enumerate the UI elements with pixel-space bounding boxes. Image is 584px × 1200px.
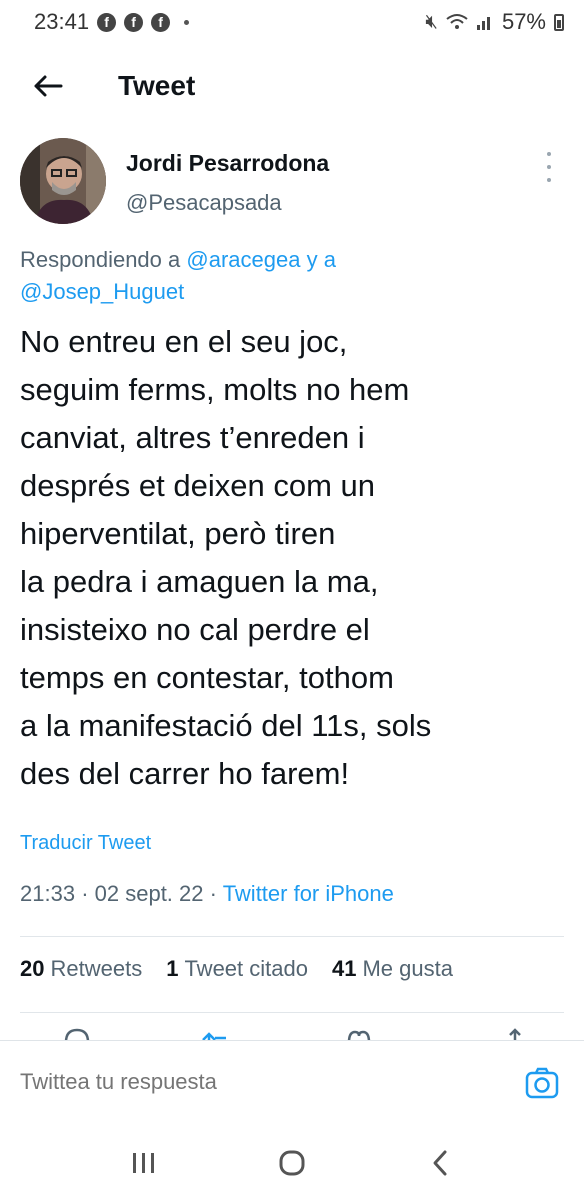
tweet-time: 21:33 (20, 881, 76, 906)
status-time: 23:41 (34, 9, 90, 34)
tweet-stats: 20 Retweets 1 Tweet citado 41 Me gusta (20, 956, 453, 982)
likes-stat[interactable]: 41 Me gusta (332, 956, 453, 982)
tweet-text-line: insisteixo no cal perdre el (20, 612, 370, 647)
translate-tweet-link[interactable]: Traducir Tweet (20, 832, 151, 855)
status-left: 23:41 f f f (34, 9, 190, 35)
status-bar: 23:41 f f f 🔇︎ 57% (0, 0, 584, 44)
mute-icon: 🔇︎ (425, 10, 438, 33)
reply-prefix: Respondiendo a (20, 247, 181, 272)
system-nav-bar (0, 1126, 584, 1200)
tweet-source-link[interactable]: Twitter for iPhone (223, 881, 394, 906)
home-icon[interactable] (272, 1143, 312, 1183)
mention-link[interactable]: @aracegea (186, 247, 300, 272)
app-bar: Tweet (0, 44, 584, 128)
mention-joiner: y a (306, 247, 336, 272)
tweet-text-line: No entreu en el seu joc, (20, 324, 348, 359)
battery-icon (554, 13, 564, 31)
recents-icon[interactable] (124, 1143, 164, 1183)
tweet-text-line: a la manifestació del 11s, sols (20, 708, 432, 743)
back-arrow-icon[interactable] (28, 66, 68, 106)
quotes-label: Tweet citado (184, 956, 308, 981)
retweets-stat[interactable]: 20 Retweets (20, 956, 142, 982)
more-options-icon[interactable] (542, 152, 556, 182)
tweet-text-line: hiperventilat, però tiren (20, 516, 336, 551)
meta-separator: · (81, 881, 89, 906)
author-row: Jordi Pesarrodona @Pesacapsada (0, 128, 584, 238)
camera-icon[interactable] (524, 1065, 560, 1101)
facebook-icon: f (97, 12, 117, 32)
tweet-text-line: seguim ferms, molts no hem (20, 372, 410, 407)
signal-icon (476, 17, 490, 30)
back-icon[interactable] (420, 1143, 460, 1183)
tweet-detail-screen: 23:41 f f f 🔇︎ 57% Tweet Jordi Pesarrodo… (0, 0, 584, 1200)
likes-label: Me gusta (362, 956, 453, 981)
more-notifications-dot-icon (184, 19, 190, 25)
reply-input[interactable] (20, 1069, 480, 1095)
divider (20, 936, 564, 937)
page-title: Tweet (118, 70, 196, 101)
tweet-text-line: la pedra i amaguen la ma, (20, 564, 379, 599)
likes-count: 41 (331, 956, 357, 981)
divider (20, 1012, 564, 1013)
status-right: 🔇︎ 57% (425, 9, 564, 35)
retweets-label: Retweets (50, 956, 143, 981)
quotes-count: 1 (166, 956, 179, 981)
tweet-text-line: després et deixen com un (20, 468, 375, 503)
tweet-meta: 21:33 · 02 sept. 22 · Twitter for iPhone (20, 881, 394, 907)
tweet-text: No entreu en el seu joc, seguim ferms, m… (20, 318, 570, 798)
facebook-icon: f (151, 12, 171, 32)
quotes-stat[interactable]: 1 Tweet citado (166, 956, 308, 982)
facebook-icon: f (124, 12, 144, 32)
author-handle[interactable]: @Pesacapsada (126, 190, 282, 216)
tweet-text-line: des del carrer ho farem! (20, 756, 350, 791)
retweets-count: 20 (20, 956, 45, 981)
tweet-text-line: temps en contestar, tothom (20, 660, 394, 695)
replying-to: Respondiendo a @aracegea y a @Josep_Hugu… (20, 244, 560, 308)
avatar[interactable] (20, 138, 106, 224)
battery-percent: 57% (501, 9, 546, 34)
wifi-icon (446, 14, 468, 29)
mention-link[interactable]: @Josep_Huguet (20, 279, 184, 304)
reply-composer (0, 1040, 584, 1126)
tweet: Jordi Pesarrodona @Pesacapsada Respondie… (0, 128, 584, 906)
tweet-date: 02 sept. 22 (94, 881, 204, 906)
author-name[interactable]: Jordi Pesarrodona (126, 150, 329, 177)
meta-separator: · (209, 881, 217, 906)
tweet-text-line: canviat, altres t’enreden i (20, 420, 365, 455)
